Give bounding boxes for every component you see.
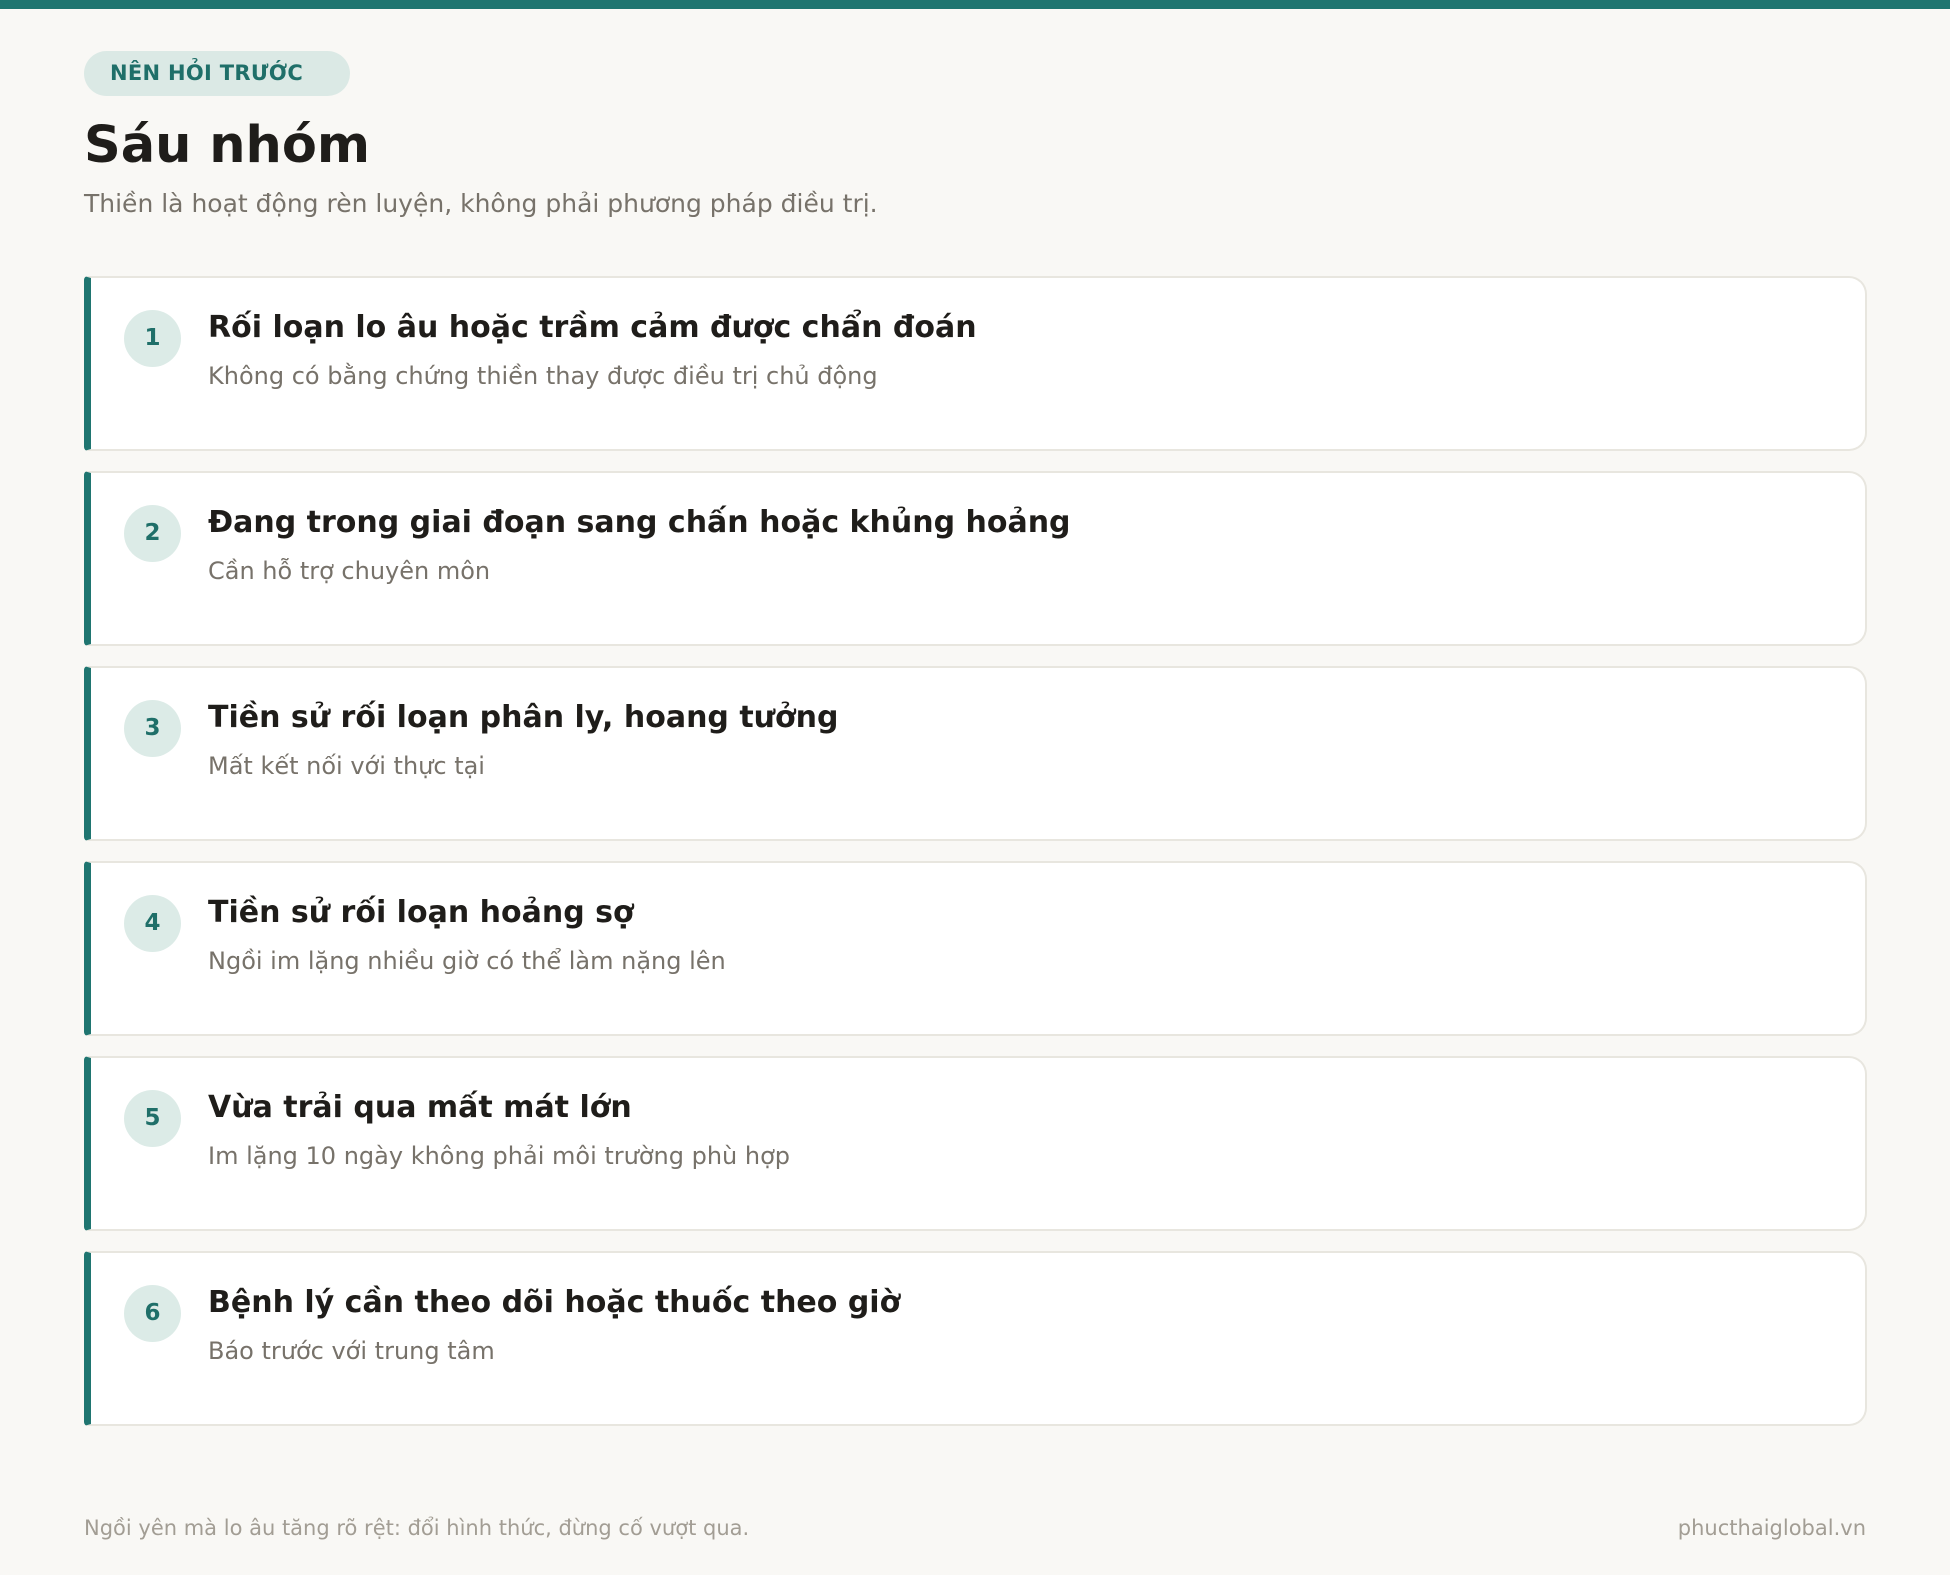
group-card: 1 Rối loạn lo âu hoặc trầm cảm được chẩn… (84, 276, 1867, 451)
group-title: Đang trong giai đoạn sang chấn hoặc khủn… (208, 505, 1071, 540)
group-title: Tiền sử rối loạn hoảng sợ (208, 895, 634, 930)
group-number-badge: 6 (124, 1285, 181, 1342)
group-title: Tiền sử rối loạn phân ly, hoang tưởng (208, 700, 839, 735)
group-description: Báo trước với trung tâm (208, 1337, 495, 1365)
footer-site-link[interactable]: phucthaiglobal.vn (1678, 1514, 1866, 1542)
group-card: 4 Tiền sử rối loạn hoảng sợ Ngồi im lặng… (84, 861, 1867, 1036)
group-description: Không có bằng chứng thiền thay được điều… (208, 362, 878, 390)
group-title: Bệnh lý cần theo dõi hoặc thuốc theo giờ (208, 1285, 901, 1320)
group-description: Cần hỗ trợ chuyên môn (208, 557, 491, 585)
group-description: Mất kết nối với thực tại (208, 752, 485, 780)
category-badge: NÊN HỎI TRƯỚC (84, 51, 351, 96)
group-description: Ngồi im lặng nhiều giờ có thể làm nặng l… (208, 947, 726, 975)
group-title: Vừa trải qua mất mát lớn (208, 1090, 632, 1125)
group-number-badge: 4 (124, 895, 181, 952)
page-subtitle: Thiền là hoạt động rèn luyện, không phải… (84, 189, 878, 218)
page-title: Sáu nhóm (84, 116, 371, 175)
group-number-badge: 2 (124, 505, 181, 562)
group-number-badge: 5 (124, 1090, 181, 1147)
group-list: 1 Rối loạn lo âu hoặc trầm cảm được chẩn… (84, 276, 1867, 1426)
group-number-badge: 1 (124, 310, 181, 367)
group-number-badge: 3 (124, 700, 181, 757)
group-card: 6 Bệnh lý cần theo dõi hoặc thuốc theo g… (84, 1251, 1867, 1426)
group-title: Rối loạn lo âu hoặc trầm cảm được chẩn đ… (208, 310, 977, 345)
group-card: 5 Vừa trải qua mất mát lớn Im lặng 10 ng… (84, 1056, 1867, 1231)
group-card: 3 Tiền sử rối loạn phân ly, hoang tưởng … (84, 666, 1867, 841)
footer-note: Ngồi yên mà lo âu tăng rõ rệt: đổi hình … (84, 1516, 750, 1540)
main-content: NÊN HỎI TRƯỚC Sáu nhóm Thiền là hoạt độn… (84, 51, 1867, 1446)
top-accent-bar (0, 0, 1950, 9)
group-card: 2 Đang trong giai đoạn sang chấn hoặc kh… (84, 471, 1867, 646)
group-description: Im lặng 10 ngày không phải môi trường ph… (208, 1142, 791, 1170)
